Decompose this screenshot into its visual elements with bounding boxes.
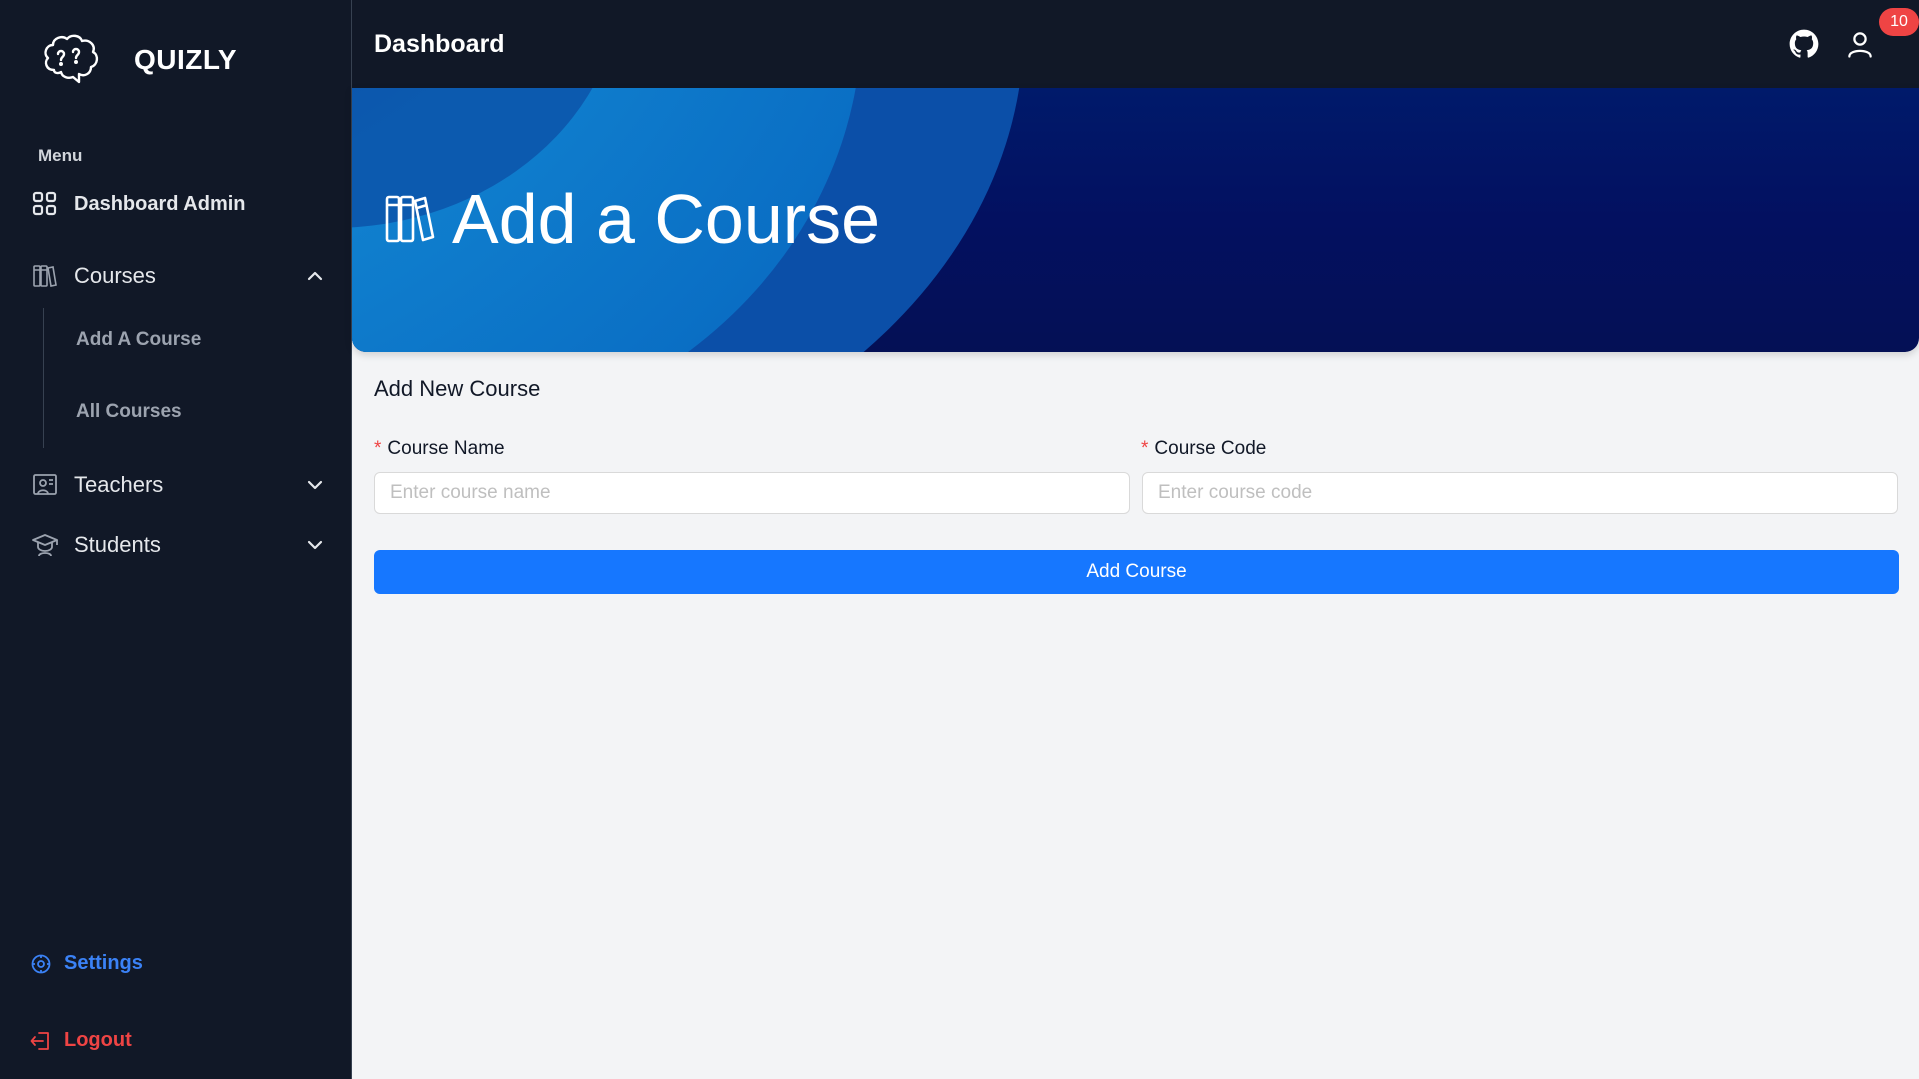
chevron-up-icon[interactable]	[304, 265, 326, 287]
chevron-down-icon[interactable]	[304, 534, 326, 556]
sidebar-item-label: Students	[74, 532, 161, 557]
course-code-input[interactable]	[1142, 472, 1898, 514]
logout-link[interactable]: Logout	[30, 1029, 132, 1052]
notification-badge: 10	[1879, 8, 1919, 36]
course-name-label-text: Course Name	[387, 438, 505, 459]
books-icon	[385, 195, 435, 243]
graduation-cap-icon	[30, 530, 60, 560]
required-marker: *	[374, 438, 382, 459]
courses-submenu: Add A Course All Courses	[43, 308, 323, 448]
required-marker: *	[1141, 438, 1149, 459]
app-root: QUIZLY Menu Dashboard Admin Courses Add …	[0, 0, 1919, 1079]
hero-heading: Add a Course	[384, 184, 880, 254]
brand[interactable]: QUIZLY	[40, 30, 237, 90]
add-course-button[interactable]: Add Course	[374, 550, 1899, 594]
logout-label: Logout	[64, 1029, 132, 1051]
settings-gear-icon	[31, 954, 51, 973]
sidebar-item-dashboard-admin[interactable]: Dashboard Admin	[30, 182, 330, 226]
sidebar-subitem-add-a-course[interactable]: Add A Course	[76, 329, 201, 351]
course-code-label: * Course Code	[1141, 438, 1266, 460]
sidebar: QUIZLY Menu Dashboard Admin Courses Add …	[0, 0, 352, 1079]
sidebar-item-teachers[interactable]: Teachers	[30, 463, 330, 507]
sidebar-item-label: Dashboard Admin	[74, 192, 246, 215]
course-name-input[interactable]	[374, 472, 1130, 514]
sidebar-subitem-all-courses[interactable]: All Courses	[76, 401, 182, 423]
presentation-icon	[30, 470, 60, 500]
books-icon	[30, 261, 60, 291]
user-icon[interactable]	[1845, 29, 1875, 59]
sidebar-item-label: Teachers	[74, 472, 164, 497]
sidebar-item-students[interactable]: Students	[30, 523, 330, 567]
top-header: Dashboard 10	[352, 0, 1919, 88]
settings-label: Settings	[64, 952, 143, 974]
sidebar-item-label: Courses	[74, 263, 156, 288]
brain-question-logo-icon	[44, 34, 99, 84]
sidebar-item-courses[interactable]: Courses	[30, 254, 330, 298]
hero-title: Add a Course	[452, 180, 881, 258]
menu-section-label: Menu	[38, 146, 83, 165]
logout-icon	[30, 1031, 49, 1050]
add-course-form: Add New Course *Course Name *Course Code…	[374, 376, 1899, 594]
course-name-label: * Course Name	[374, 438, 505, 460]
github-icon[interactable]	[1789, 29, 1819, 59]
chevron-down-icon[interactable]	[304, 474, 326, 496]
page-title: Dashboard	[374, 29, 505, 58]
grid-icon	[30, 189, 60, 219]
course-code-label-text: Course Code	[1154, 438, 1267, 459]
hero-banner: Add a Course	[352, 88, 1919, 352]
form-title: Add New Course	[374, 376, 541, 401]
brand-name: QUIZLY	[134, 44, 238, 75]
settings-link[interactable]: Settings	[30, 952, 143, 975]
